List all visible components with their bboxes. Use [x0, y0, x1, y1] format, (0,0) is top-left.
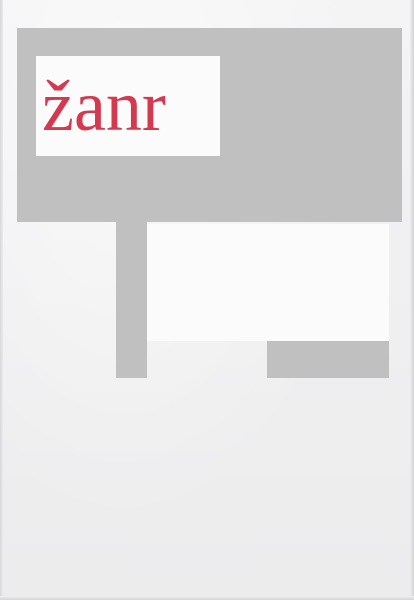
- redacted-block-stem: [116, 222, 147, 378]
- cover-edge-left: [0, 0, 3, 600]
- cover-edge-right: [410, 0, 414, 600]
- book-cover: žanr: [0, 0, 414, 600]
- redacted-block-right: [267, 341, 389, 378]
- cover-title: žanr: [42, 66, 166, 146]
- blank-panel: [147, 224, 389, 341]
- cover-edge-bottom: [0, 596, 414, 600]
